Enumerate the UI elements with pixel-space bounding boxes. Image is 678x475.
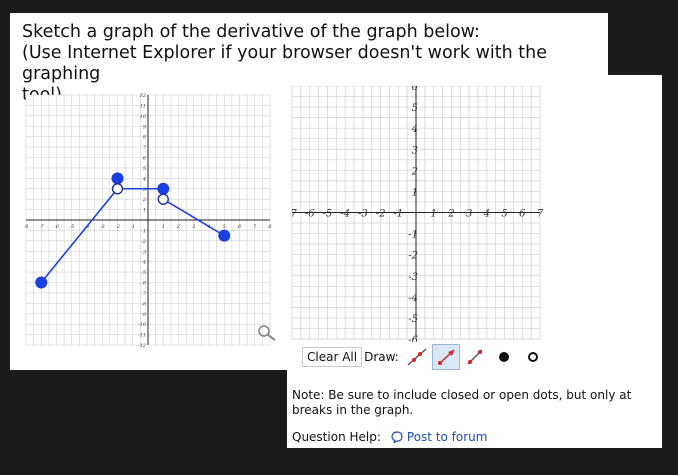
draw-label: Draw: (364, 350, 399, 364)
x-tick-label: 4 (483, 209, 490, 220)
segment-tool-button[interactable] (461, 344, 489, 370)
y-tick-label: -6 (141, 281, 147, 287)
y-tick-label: 11 (140, 103, 146, 109)
x-tick-label: -1 (130, 224, 135, 230)
answer-graph[interactable]: -7-6-5-4-3-2-11234567654321-1-2-3-4-5-6 (290, 86, 546, 342)
y-tick-label: -7 (141, 291, 147, 297)
y-tick-label: 2 (142, 197, 146, 203)
ray-tool-icon (437, 349, 455, 365)
x-tick-label: -6 (305, 209, 315, 220)
closed-point (218, 229, 231, 242)
y-tick-label: 1 (143, 208, 146, 214)
y-tick-label: -4 (408, 293, 418, 304)
y-tick-label: -5 (408, 314, 418, 325)
y-tick-label: 6 (412, 86, 419, 93)
y-tick-label: -5 (141, 270, 146, 276)
y-tick-label: -1 (141, 228, 146, 234)
y-tick-label: -6 (408, 335, 418, 342)
x-tick-label: 3 (466, 209, 472, 220)
question-line-1: Sketch a graph of the derivative of the … (22, 22, 480, 42)
x-tick-label: -3 (100, 224, 105, 230)
closed-point (35, 276, 48, 289)
help-label: Question Help: (292, 430, 381, 444)
x-tick-label: -2 (376, 209, 386, 220)
y-tick-label: 5 (412, 103, 418, 114)
x-tick-label: -8 (24, 224, 29, 230)
y-tick-label: 3 (412, 145, 418, 156)
draw-toolbar: Clear All Draw: (302, 344, 548, 370)
closed-dot-button[interactable] (490, 344, 518, 370)
x-tick-label: -5 (323, 209, 333, 220)
y-tick-label: -8 (141, 301, 146, 307)
y-tick-label: 2 (411, 166, 418, 177)
x-tick-label: 2 (447, 209, 454, 220)
note-text: Note: Be sure to include closed or open … (292, 388, 632, 417)
y-tick-label: 8 (143, 135, 146, 141)
y-tick-label: 12 (140, 93, 146, 99)
segment-tool-icon (467, 349, 483, 365)
x-tick-label: 2 (176, 224, 180, 230)
y-tick-label: -3 (141, 249, 146, 255)
y-tick-label: 5 (143, 166, 146, 172)
open-dot-button[interactable] (519, 344, 547, 370)
closed-dot-icon (498, 352, 509, 362)
speech-bubble-icon (391, 431, 403, 443)
y-tick-label: -9 (141, 312, 147, 318)
x-tick-label: 6 (519, 209, 526, 220)
question-line-2: (Use Internet Explorer if your browser d… (22, 43, 547, 84)
y-tick-label: -2 (141, 239, 146, 245)
x-tick-label: 1 (162, 224, 165, 230)
line-tool-button[interactable] (403, 344, 431, 370)
closed-point (111, 172, 124, 185)
question-help: Question Help: Post to forum (292, 430, 487, 444)
y-tick-label: -11 (138, 333, 146, 339)
y-tick-label: -10 (138, 322, 147, 328)
x-tick-label: -1 (393, 209, 403, 220)
closed-point (157, 182, 170, 195)
y-tick-label: -2 (408, 251, 418, 262)
open-dot-icon (527, 352, 538, 362)
y-tick-label: 1 (412, 187, 418, 198)
given-graph: -8-7-6-5-4-3-2-112345678121110987654321-… (24, 93, 276, 349)
x-tick-label: 7 (537, 209, 544, 220)
open-point (111, 183, 124, 195)
y-tick-label: -1 (408, 230, 418, 241)
x-tick-label: 5 (501, 209, 507, 220)
y-tick-label: -12 (138, 343, 146, 349)
x-tick-label: -3 (358, 209, 368, 220)
ray-tool-button[interactable] (431, 344, 460, 370)
y-tick-label: 3 (143, 187, 146, 193)
x-tick-label: -7 (290, 209, 298, 220)
post-to-forum-link[interactable]: Post to forum (407, 430, 488, 444)
y-tick-label: 10 (140, 114, 147, 120)
x-tick-label: 8 (268, 224, 271, 230)
x-tick-label: 5 (223, 224, 226, 230)
x-tick-label: -4 (340, 209, 350, 220)
y-tick-label: 4 (411, 124, 418, 135)
clear-all-button[interactable]: Clear All (302, 347, 363, 367)
line-tool-icon (407, 348, 427, 366)
y-tick-label: -4 (141, 260, 146, 266)
x-tick-label: -6 (54, 224, 60, 230)
x-tick-label: 1 (431, 209, 437, 220)
x-tick-label: -7 (39, 224, 45, 230)
y-tick-label: -3 (408, 272, 418, 283)
y-tick-label: 4 (142, 176, 146, 182)
x-tick-label: -2 (115, 224, 120, 230)
x-tick-label: 3 (192, 224, 195, 230)
open-point (157, 193, 169, 205)
x-tick-label: -5 (69, 224, 74, 230)
